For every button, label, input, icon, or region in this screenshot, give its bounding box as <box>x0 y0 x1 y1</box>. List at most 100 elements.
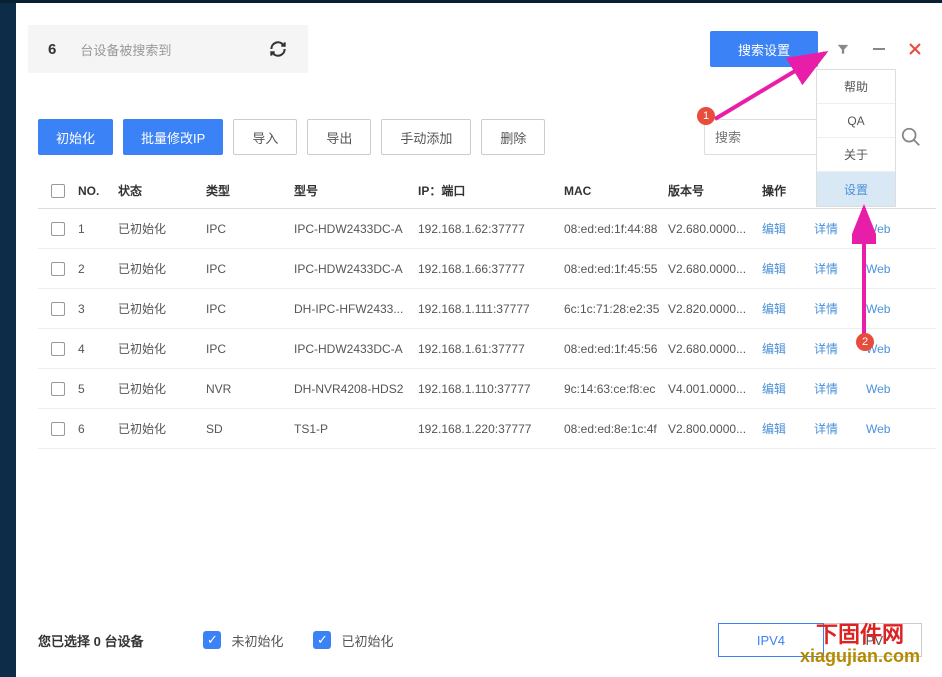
cell-no: 3 <box>78 302 118 316</box>
cell-version: V4.001.0000... <box>668 382 762 396</box>
device-count-label: 台设备被搜索到 <box>80 40 171 59</box>
close-icon[interactable] <box>908 42 922 56</box>
col-header-no: NO. <box>78 184 118 198</box>
cell-mac: 08:ed:ed:8e:1c:4f <box>564 422 668 436</box>
cell-no: 6 <box>78 422 118 436</box>
cell-no: 2 <box>78 262 118 276</box>
cell-model: DH-NVR4208-HDS2 <box>294 382 418 396</box>
minimize-icon[interactable] <box>872 42 886 56</box>
cell-model: IPC-HDW2433DC-A <box>294 342 418 356</box>
search-icon[interactable] <box>900 126 922 148</box>
watermark-line2: xiagujian.com <box>800 647 920 667</box>
table-row: 2已初始化IPCIPC-HDW2433DC-A192.168.1.66:3777… <box>38 249 936 289</box>
annotation-marker-2: 2 <box>856 333 874 351</box>
table-row: 1已初始化IPCIPC-HDW2433DC-A192.168.1.62:3777… <box>38 209 936 249</box>
cell-type: NVR <box>206 382 294 396</box>
row-checkbox[interactable] <box>51 422 65 436</box>
device-count-number: 6 <box>48 41 56 58</box>
cell-type: IPC <box>206 262 294 276</box>
cell-version: V2.680.0000... <box>668 342 762 356</box>
device-count-box: 6 台设备被搜索到 <box>28 25 308 73</box>
cell-mac: 08:ed:ed:1f:44:88 <box>564 222 668 236</box>
col-header-operation: 操作 <box>762 182 814 199</box>
row-checkbox[interactable] <box>51 302 65 316</box>
initialize-button[interactable]: 初始化 <box>38 119 113 155</box>
select-all-checkbox[interactable] <box>51 184 65 198</box>
cell-ip: 192.168.1.220:37777 <box>418 422 564 436</box>
annotation-arrow-1 <box>700 47 840 127</box>
detail-link[interactable]: 详情 <box>814 380 866 397</box>
cell-mac: 6c:1c:71:28:e2:35 <box>564 302 668 316</box>
edit-link[interactable]: 编辑 <box>762 340 814 357</box>
edit-link[interactable]: 编辑 <box>762 220 814 237</box>
cell-no: 5 <box>78 382 118 396</box>
cell-mac: 08:ed:ed:1f:45:56 <box>564 342 668 356</box>
cell-no: 1 <box>78 222 118 236</box>
watermark: 下固件网 xiagujian.com <box>800 623 920 667</box>
cell-ip: 192.168.1.111:37777 <box>418 302 564 316</box>
cell-type: IPC <box>206 222 294 236</box>
col-header-ip: IP：端口 <box>418 182 564 199</box>
col-header-model: 型号 <box>294 182 418 199</box>
cell-ip: 192.168.1.61:37777 <box>418 342 564 356</box>
manual-add-button[interactable]: 手动添加 <box>381 119 471 155</box>
selected-count-label: 您已选择 0 台设备 <box>38 631 143 650</box>
cell-version: V2.680.0000... <box>668 262 762 276</box>
detail-link[interactable]: 详情 <box>814 420 866 437</box>
cell-version: V2.680.0000... <box>668 222 762 236</box>
cell-status: 已初始化 <box>118 220 206 237</box>
uninitialized-checkbox[interactable]: ✓ <box>203 631 221 649</box>
cell-ip: 192.168.1.110:37777 <box>418 382 564 396</box>
cell-type: IPC <box>206 342 294 356</box>
annotation-marker-1: 1 <box>697 107 715 125</box>
row-checkbox[interactable] <box>51 342 65 356</box>
cell-version: V2.800.0000... <box>668 422 762 436</box>
import-button[interactable]: 导入 <box>233 119 297 155</box>
cell-status: 已初始化 <box>118 260 206 277</box>
cell-version: V2.820.0000... <box>668 302 762 316</box>
cell-status: 已初始化 <box>118 340 206 357</box>
col-header-version: 版本号 <box>668 182 762 199</box>
cell-model: IPC-HDW2433DC-A <box>294 222 418 236</box>
export-button[interactable]: 导出 <box>307 119 371 155</box>
edit-link[interactable]: 编辑 <box>762 380 814 397</box>
table-row: 5已初始化NVRDH-NVR4208-HDS2192.168.1.110:377… <box>38 369 936 409</box>
table-row: 3已初始化IPCDH-IPC-HFW2433...192.168.1.111:3… <box>38 289 936 329</box>
cell-model: DH-IPC-HFW2433... <box>294 302 418 316</box>
initialized-checkbox[interactable]: ✓ <box>313 631 331 649</box>
cell-status: 已初始化 <box>118 420 206 437</box>
cell-no: 4 <box>78 342 118 356</box>
cell-mac: 08:ed:ed:1f:45:55 <box>564 262 668 276</box>
row-checkbox[interactable] <box>51 222 65 236</box>
cell-type: SD <box>206 422 294 436</box>
watermark-line1: 下固件网 <box>800 623 920 647</box>
table-row: 6已初始化SDTS1-P192.168.1.220:3777708:ed:ed:… <box>38 409 936 449</box>
table-row: 4已初始化IPCIPC-HDW2433DC-A192.168.1.61:3777… <box>38 329 936 369</box>
batch-modify-ip-button[interactable]: 批量修改IP <box>123 119 223 155</box>
web-link[interactable]: Web <box>866 382 906 396</box>
dropdown-item-about[interactable]: 关于 <box>817 138 895 172</box>
edit-link[interactable]: 编辑 <box>762 420 814 437</box>
cell-model: TS1-P <box>294 422 418 436</box>
col-header-type: 类型 <box>206 182 294 199</box>
cell-type: IPC <box>206 302 294 316</box>
web-link[interactable]: Web <box>866 422 906 436</box>
cell-ip: 192.168.1.66:37777 <box>418 262 564 276</box>
table-header: NO. 状态 类型 型号 IP：端口 MAC 版本号 操作 <box>38 173 936 209</box>
refresh-icon[interactable] <box>268 39 288 59</box>
delete-button[interactable]: 删除 <box>481 119 545 155</box>
cell-model: IPC-HDW2433DC-A <box>294 262 418 276</box>
row-checkbox[interactable] <box>51 262 65 276</box>
edit-link[interactable]: 编辑 <box>762 300 814 317</box>
annotation-arrow-2 <box>852 203 876 343</box>
dropdown-item-settings[interactable]: 设置 <box>817 172 895 206</box>
edit-link[interactable]: 编辑 <box>762 260 814 277</box>
col-header-mac: MAC <box>564 184 668 198</box>
cell-status: 已初始化 <box>118 380 206 397</box>
row-checkbox[interactable] <box>51 382 65 396</box>
cell-status: 已初始化 <box>118 300 206 317</box>
cell-ip: 192.168.1.62:37777 <box>418 222 564 236</box>
cell-mac: 9c:14:63:ce:f8:ec <box>564 382 668 396</box>
col-header-status: 状态 <box>118 182 206 199</box>
uninitialized-label: 未初始化 <box>231 631 283 650</box>
